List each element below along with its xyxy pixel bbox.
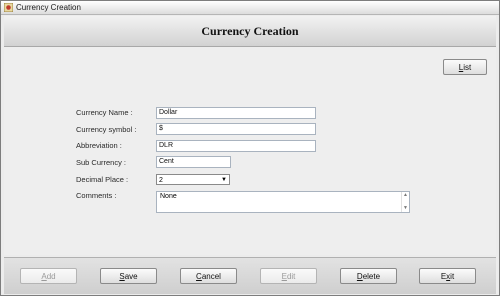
currency-symbol-field[interactable]: $	[156, 123, 316, 135]
currency-symbol-label: Currency symbol :	[76, 125, 137, 134]
form-header: Currency Creation	[4, 16, 496, 47]
list-button-label: ist	[463, 63, 472, 72]
add-button[interactable]: Add	[20, 268, 77, 284]
sub-currency-field[interactable]: Cent	[156, 156, 231, 168]
sub-currency-label: Sub Currency :	[76, 158, 127, 167]
window-title: Currency Creation	[16, 3, 81, 12]
currency-name-label: Currency Name :	[76, 108, 133, 117]
abbreviation-field[interactable]: DLR	[156, 140, 316, 152]
currency-name-field[interactable]: Dollar	[156, 107, 316, 119]
edit-button[interactable]: Edit	[260, 268, 317, 284]
page-title: Currency Creation	[201, 24, 299, 38]
decimal-place-label: Decimal Place :	[76, 175, 129, 184]
decimal-place-select[interactable]: 2 ▼	[156, 174, 230, 185]
cancel-button[interactable]: Cancel	[180, 268, 237, 284]
save-button[interactable]: Save	[100, 268, 157, 284]
delete-button[interactable]: Delete	[340, 268, 397, 284]
currency-creation-window: Currency Creation Currency Creation List…	[0, 0, 500, 296]
list-button[interactable]: List	[443, 59, 487, 75]
exit-button[interactable]: Exit	[419, 268, 476, 284]
chevron-down-icon[interactable]: ▼	[221, 175, 227, 186]
cancel-button-label: ancel	[201, 272, 221, 281]
add-button-label: dd	[46, 272, 56, 281]
scroll-up-icon[interactable]: ▲	[403, 193, 408, 198]
title-bar: Currency Creation	[1, 1, 499, 15]
save-button-label: ave	[124, 272, 138, 281]
comments-field[interactable]: None ▲ ▼	[156, 191, 410, 213]
comments-label: Comments :	[76, 191, 117, 200]
comments-value: None	[160, 193, 177, 200]
delete-button-label: elete	[362, 272, 381, 281]
comments-scrollbar[interactable]: ▲ ▼	[401, 192, 409, 212]
abbreviation-label: Abbreviation :	[76, 141, 122, 150]
app-icon	[4, 3, 13, 12]
scroll-down-icon[interactable]: ▼	[403, 206, 408, 211]
decimal-place-value: 2	[159, 177, 163, 184]
edit-button-label: dit	[286, 272, 296, 281]
exit-button-label: it	[450, 272, 455, 281]
